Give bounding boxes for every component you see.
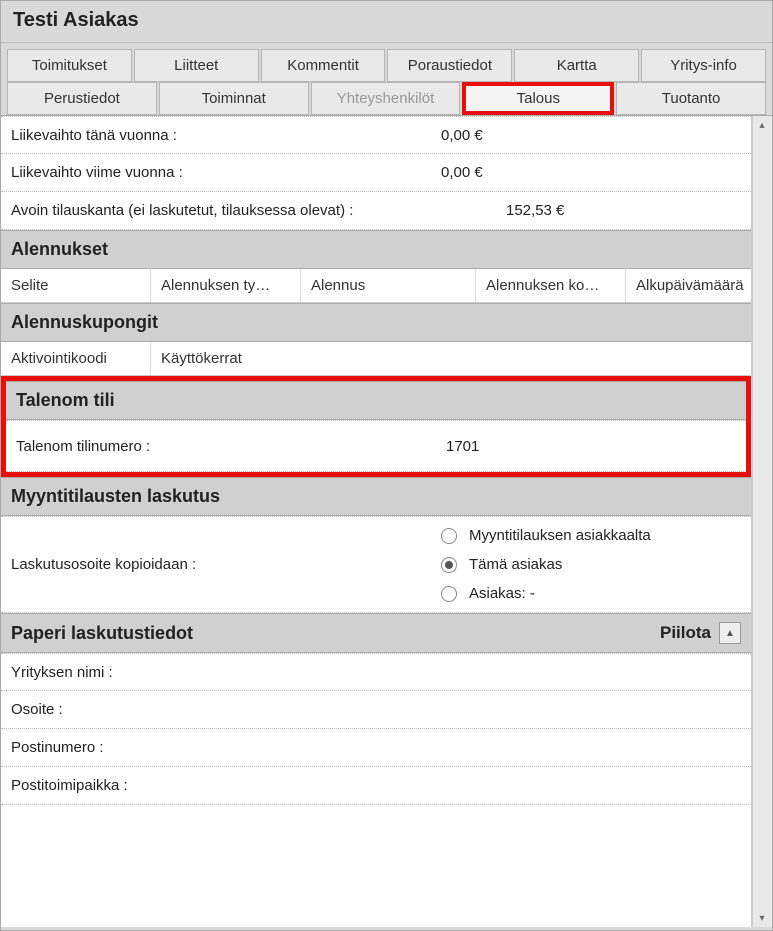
postitoimipaikka-label: Postitoimipaikka : [11,777,441,794]
tab-talous[interactable]: Talous [462,82,614,115]
postinumero-label: Postinumero : [11,739,441,756]
tab-yhteyshenkilot[interactable]: Yhteyshenkilöt [311,82,461,115]
radio-label: Asiakas: - [469,585,535,602]
turnover-last-year-value: 0,00 € [441,164,741,181]
col-aktivointikoodi[interactable]: Aktivointikoodi [1,342,151,375]
myynti-header-text: Myyntitilausten laskutus [11,486,220,507]
radio-icon [441,586,457,602]
piilota-label: Piilota [660,623,711,643]
radio-icon [441,528,457,544]
alennukset-header-text: Alennukset [11,239,108,260]
tab-toiminnat[interactable]: Toiminnat [159,82,309,115]
open-orders-label: Avoin tilauskanta (ei laskutetut, tilauk… [11,202,506,219]
talenom-highlight-box: Talenom tili Talenom tilinumero : 1701 [1,376,751,477]
section-myyntitilausten-laskutus: Myyntitilausten laskutus [1,477,751,516]
chevron-up-icon: ▲ [725,628,735,639]
talenom-tilinumero-label: Talenom tilinumero : [16,438,446,455]
section-paperi-laskutustiedot: Paperi laskutustiedot Piilota ▲ [1,613,751,653]
col-alennus[interactable]: Alennus [301,269,476,302]
tab-yritys-info[interactable]: Yritys-info [641,49,766,82]
osoite-label: Osoite : [11,701,441,718]
laskutusosoite-label: Laskutusosoite kopioidaan : [11,527,441,602]
tab-kommentit[interactable]: Kommentit [261,49,386,82]
tab-kartta[interactable]: Kartta [514,49,639,82]
col-selite[interactable]: Selite [1,269,151,302]
tab-liitteet[interactable]: Liitteet [134,49,259,82]
tab-perustiedot[interactable]: Perustiedot [7,82,157,115]
yrityksen-nimi-label: Yrityksen nimi : [11,664,441,681]
kupongit-table-header: Aktivointikoodi Käyttökerrat [1,342,751,376]
radio-asiakas[interactable]: Asiakas: - [441,585,741,602]
content-pane: Liikevaihto tänä vuonna : 0,00 € Liikeva… [1,116,752,927]
tab-poraustiedot[interactable]: Poraustiedot [387,49,512,82]
vertical-scrollbar[interactable]: ▴ ▾ [752,116,772,927]
col-kayttokerrat[interactable]: Käyttökerrat [151,342,751,375]
section-alennukset: Alennukset [1,230,751,269]
radio-icon [441,557,457,573]
radio-myyntitilauksen-asiakkaalta[interactable]: Myyntitilauksen asiakkaalta [441,527,741,544]
turnover-this-year-value: 0,00 € [441,127,741,144]
tab-toimitukset[interactable]: Toimitukset [7,49,132,82]
col-alkupaivamaara[interactable]: Alkupäivämäärä [626,269,751,302]
radio-tama-asiakas[interactable]: Tämä asiakas [441,556,741,573]
talenom-tilinumero-value: 1701 [446,438,736,455]
radio-label: Myyntitilauksen asiakkaalta [469,527,651,544]
paperi-header-text: Paperi laskutustiedot [11,623,193,644]
talenom-header-text: Talenom tili [16,390,115,411]
alennukset-table-header: Selite Alennuksen ty… Alennus Alennuksen… [1,269,751,303]
page-title: Testi Asiakas [1,1,772,43]
col-alennuksen-tyyppi[interactable]: Alennuksen ty… [151,269,301,302]
kupongit-header-text: Alennuskupongit [11,312,158,333]
turnover-last-year-label: Liikevaihto viime vuonna : [11,164,441,181]
radio-label: Tämä asiakas [469,556,562,573]
tab-strip: Toimitukset Liitteet Kommentit Poraustie… [1,43,772,116]
section-alennuskupongit: Alennuskupongit [1,303,751,342]
collapse-button[interactable]: ▲ [719,622,741,644]
scroll-up-icon[interactable]: ▴ [753,116,771,134]
scroll-down-icon[interactable]: ▾ [753,909,771,927]
col-alennuksen-kohde[interactable]: Alennuksen ko… [476,269,626,302]
turnover-this-year-label: Liikevaihto tänä vuonna : [11,127,441,144]
open-orders-value: 152,53 € [506,202,741,219]
section-talenom: Talenom tili [6,381,746,420]
tab-tuotanto[interactable]: Tuotanto [616,82,766,115]
